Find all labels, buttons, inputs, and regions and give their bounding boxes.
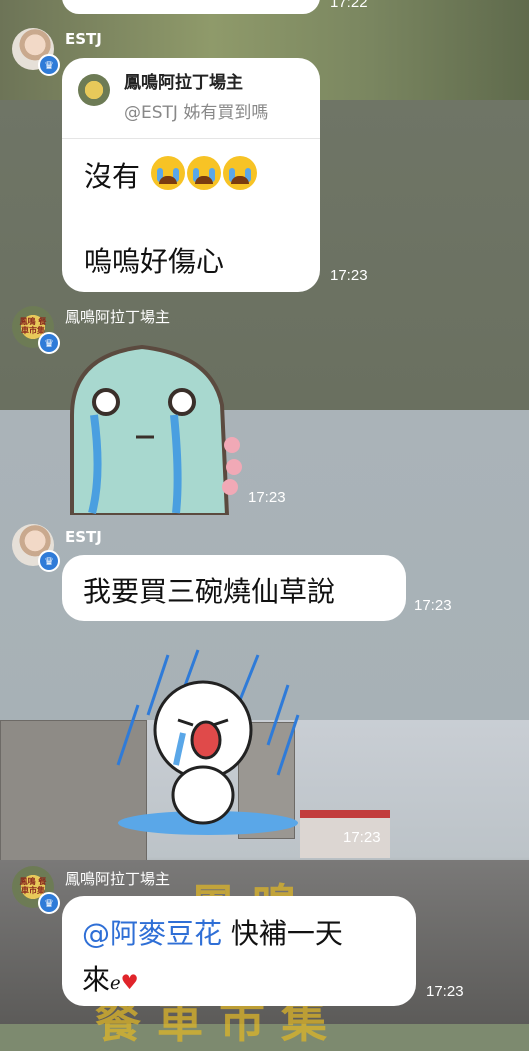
message-line: 嗚嗚好傷心 <box>84 245 225 278</box>
loudly-crying-emoji-icon <box>186 156 221 190</box>
crown-icon: ♛ <box>38 550 60 572</box>
quoted-avatar <box>78 74 110 106</box>
message-bubble-partial[interactable] <box>62 0 320 14</box>
loudly-crying-emoji-icon <box>222 156 257 190</box>
message-time: 17:23 <box>330 267 368 284</box>
loudly-crying-emoji-icon <box>150 156 185 190</box>
message-line: 來ℯ♥ <box>82 963 139 996</box>
message-text: 我要買三碗燒仙草說 <box>83 575 336 608</box>
message-time: 17:22 <box>330 0 368 11</box>
avatar[interactable]: ♛ <box>12 28 60 76</box>
crying-dinosaur-sticker[interactable] <box>62 335 242 515</box>
message-bubble[interactable]: @阿麥豆花 快補一天 來ℯ♥ <box>62 896 416 1006</box>
crying-rain-character-sticker[interactable] <box>108 645 308 845</box>
message-bubble[interactable]: 我要買三碗燒仙草說 <box>62 555 406 621</box>
quoted-sender-name: 鳳鳴阿拉丁場主 <box>124 73 243 93</box>
quoted-message-text: @ESTJ 姊有買到嗎 <box>124 103 269 123</box>
sender-name: ESTJ <box>65 528 102 546</box>
message-text: @阿麥豆花 快補一天 <box>82 917 343 950</box>
sender-name: ESTJ <box>65 30 102 48</box>
message-time: 17:23 <box>343 829 381 846</box>
message-time: 17:23 <box>414 597 452 614</box>
crown-icon: ♛ <box>38 892 60 914</box>
mention-link[interactable]: @阿麥豆花 <box>82 917 222 950</box>
message-time: 17:23 <box>426 983 464 1000</box>
sender-name: 鳳鳴阿拉丁場主 <box>65 308 171 326</box>
message-line: 沒有 <box>84 160 141 193</box>
heart-emoji-icon: ♥ <box>120 970 139 994</box>
sender-name: 鳳鳴阿拉丁場主 <box>65 870 171 888</box>
avatar[interactable]: ♛ <box>12 524 60 572</box>
avatar[interactable]: 鳳鳴 餐車市集 ♛ <box>12 306 60 354</box>
crown-icon: ♛ <box>38 332 60 354</box>
reply-quote[interactable]: 鳳鳴阿拉丁場主 @ESTJ 姊有買到嗎 <box>62 58 320 139</box>
crown-icon: ♛ <box>38 54 60 76</box>
message-time: 17:23 <box>248 489 286 506</box>
message-text: 沒有 <box>84 155 257 195</box>
avatar[interactable]: 鳳鳴 餐車市集 ♛ <box>12 866 60 914</box>
